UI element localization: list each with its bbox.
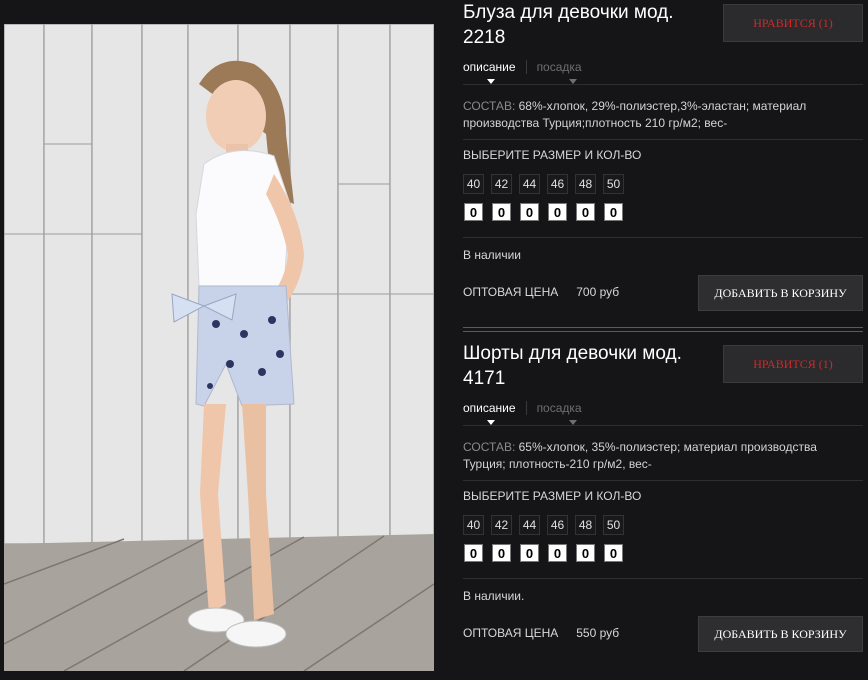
size-option[interactable]: 46 [547, 515, 568, 535]
quantity-input[interactable] [576, 203, 595, 221]
price-label: ОПТОВАЯ ЦЕНА [463, 626, 559, 640]
product-title[interactable]: Шорты для девочки мод. 4171 [463, 341, 713, 391]
size-heading: ВЫБЕРИТЕ РАЗМЕР И КОЛ-ВО [463, 489, 642, 503]
add-to-cart-button[interactable]: ДОБАВИТЬ В КОРЗИНУ [698, 616, 863, 652]
size-option[interactable]: 40 [463, 174, 484, 194]
tab-fit[interactable]: посадка [525, 401, 592, 425]
tab-description-label: описание [463, 401, 516, 415]
composition-text: СОСТАВ: 68%-хлопок, 29%-полиэстер,3%-эла… [463, 98, 858, 132]
quantity-input[interactable] [492, 544, 511, 562]
quantity-input[interactable] [464, 544, 483, 562]
size-option[interactable]: 42 [491, 515, 512, 535]
stock-status: В наличии. [463, 589, 525, 603]
quantity-input[interactable] [492, 203, 511, 221]
stock-status: В наличии [463, 248, 522, 262]
product-divider [463, 331, 863, 332]
composition-value: 68%-хлопок, 29%-полиэстер,3%-эластан; ма… [463, 99, 807, 130]
section-divider [463, 139, 863, 140]
quantity-list [464, 203, 632, 221]
price-value: 550 руб [576, 626, 620, 640]
product-tabs: описание посадка [463, 401, 592, 425]
size-option[interactable]: 40 [463, 515, 484, 535]
quantity-input[interactable] [548, 544, 567, 562]
tabs-divider [463, 84, 863, 85]
quantity-input[interactable] [520, 544, 539, 562]
price-row: ОПТОВАЯ ЦЕНА 550 руб [463, 626, 619, 640]
price-label: ОПТОВАЯ ЦЕНА [463, 285, 559, 299]
size-option[interactable]: 46 [547, 174, 568, 194]
section-divider [463, 480, 863, 481]
tab-fit-label: посадка [536, 60, 582, 74]
tab-fit-label: посадка [536, 401, 582, 415]
product-photo-image [4, 24, 434, 671]
quantity-input[interactable] [520, 203, 539, 221]
quantity-input[interactable] [604, 203, 623, 221]
price-row: ОПТОВАЯ ЦЕНА 700 руб [463, 285, 619, 299]
tabs-divider [463, 425, 863, 426]
size-option[interactable]: 50 [603, 515, 624, 535]
composition-label: СОСТАВ: [463, 99, 516, 113]
composition-label: СОСТАВ: [463, 440, 516, 454]
section-divider [463, 578, 863, 579]
quantity-input[interactable] [576, 544, 595, 562]
product-divider [463, 327, 863, 328]
tab-description-label: описание [463, 60, 516, 74]
size-option[interactable]: 42 [491, 174, 512, 194]
product-photo [4, 24, 434, 671]
size-option[interactable]: 44 [519, 174, 540, 194]
product-tabs: описание посадка [463, 60, 592, 84]
section-divider [463, 237, 863, 238]
tab-description[interactable]: описание [463, 60, 526, 84]
quantity-input[interactable] [464, 203, 483, 221]
size-option[interactable]: 44 [519, 515, 540, 535]
size-option[interactable]: 48 [575, 174, 596, 194]
quantity-input[interactable] [604, 544, 623, 562]
product-title[interactable]: Блуза для девочки мод. 2218 [463, 0, 713, 50]
quantity-list [464, 544, 632, 562]
add-to-cart-button[interactable]: ДОБАВИТЬ В КОРЗИНУ [698, 275, 863, 311]
quantity-input[interactable] [548, 203, 567, 221]
like-button[interactable]: НРАВИТСЯ (1) [723, 345, 863, 383]
price-value: 700 руб [576, 285, 620, 299]
tab-fit[interactable]: посадка [525, 60, 592, 84]
composition-value: 65%-хлопок, 35%-полиэстер; материал прои… [463, 440, 817, 471]
tab-description[interactable]: описание [463, 401, 526, 425]
like-button[interactable]: НРАВИТСЯ (1) [723, 4, 863, 42]
size-heading: ВЫБЕРИТЕ РАЗМЕР И КОЛ-ВО [463, 148, 642, 162]
size-list: 40 42 44 46 48 50 [463, 174, 631, 194]
size-list: 40 42 44 46 48 50 [463, 515, 631, 535]
size-option[interactable]: 48 [575, 515, 596, 535]
size-option[interactable]: 50 [603, 174, 624, 194]
composition-text: СОСТАВ: 65%-хлопок, 35%-полиэстер; матер… [463, 439, 858, 473]
